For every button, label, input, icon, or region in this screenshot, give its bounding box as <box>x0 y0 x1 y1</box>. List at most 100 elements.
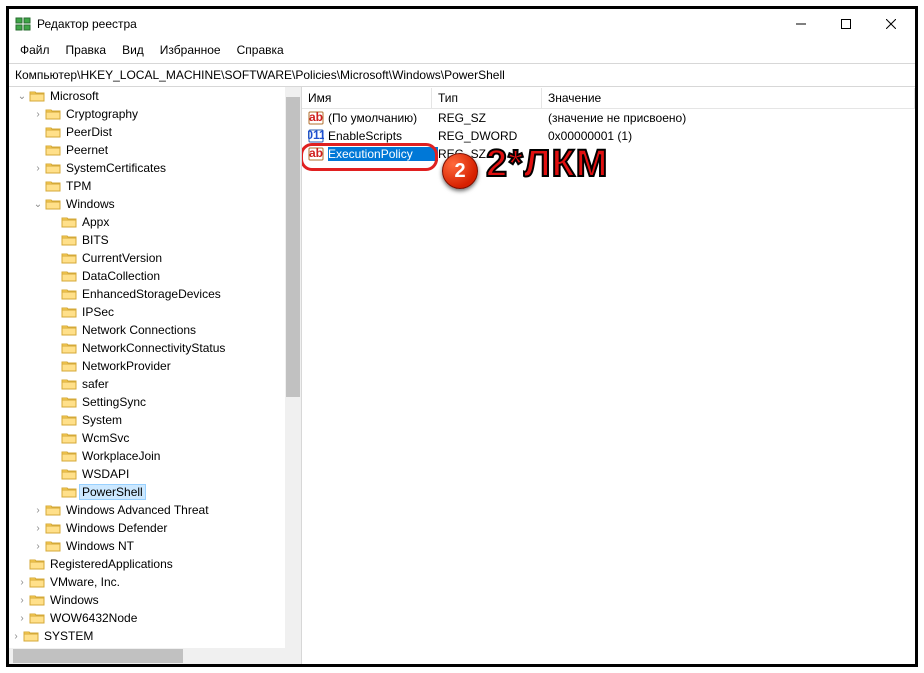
menubar: Файл Правка Вид Избранное Справка <box>9 39 915 63</box>
minimize-button[interactable] <box>778 10 823 39</box>
tree-node[interactable]: BITS <box>9 231 285 249</box>
tree-vertical-scrollbar[interactable] <box>285 87 301 648</box>
column-type[interactable]: Тип <box>432 88 542 108</box>
dword-value-icon: 011 <box>308 128 324 144</box>
expand-icon[interactable]: › <box>31 163 45 174</box>
tree-node[interactable]: ›VMware, Inc. <box>9 573 285 591</box>
tree-node[interactable]: › Windows Advanced Threat <box>9 501 285 519</box>
tree-node[interactable]: System <box>9 411 285 429</box>
tree-node-label: Appx <box>80 215 111 229</box>
value-type-cell: REG_SZ <box>438 111 548 125</box>
tree-node-label: Cryptography <box>64 107 140 121</box>
tree-node[interactable]: NetworkProvider <box>9 357 285 375</box>
tree-node-label: Windows <box>48 593 101 607</box>
folder-icon <box>61 251 77 265</box>
registry-value-row[interactable]: ab(По умолчанию)REG_SZ(значение не присв… <box>302 109 915 127</box>
tree-node[interactable]: DataCollection <box>9 267 285 285</box>
tree-node-label: Microsoft <box>48 89 101 103</box>
maximize-button[interactable] <box>823 10 868 39</box>
tree-node-label: PeerDist <box>64 125 114 139</box>
expand-icon[interactable]: › <box>15 577 29 588</box>
list-pane: Имя Тип Значение ab(По умолчанию)REG_SZ(… <box>302 87 915 664</box>
folder-icon <box>61 467 77 481</box>
tree-node-label: BITS <box>80 233 111 247</box>
column-name[interactable]: Имя <box>302 88 432 108</box>
tree-node-label: NetworkProvider <box>80 359 173 373</box>
menu-edit[interactable]: Правка <box>59 41 114 59</box>
annotation-instruction-text: 2*ЛКМ <box>486 143 608 186</box>
tree-node[interactable]: WorkplaceJoin <box>9 447 285 465</box>
tree-node[interactable]: Peernet <box>9 141 285 159</box>
expand-icon[interactable]: › <box>31 541 45 552</box>
app-icon <box>15 16 31 32</box>
tree-node[interactable]: TPM <box>9 177 285 195</box>
folder-icon <box>61 233 77 247</box>
tree-node-label: PowerShell <box>80 485 145 499</box>
value-data-cell: 0x00000001 (1) <box>548 129 915 143</box>
folder-icon <box>45 197 61 211</box>
expand-icon[interactable]: › <box>9 631 23 642</box>
menu-help[interactable]: Справка <box>230 41 291 59</box>
expand-icon[interactable]: › <box>31 523 45 534</box>
folder-icon <box>61 485 77 499</box>
tree-node[interactable]: › Cryptography <box>9 105 285 123</box>
tree-node-label: safer <box>80 377 111 391</box>
folder-icon <box>45 107 61 121</box>
registry-editor-window: Редактор реестра Файл Правка Вид Избранн… <box>6 6 918 667</box>
string-value-icon: ab <box>308 146 324 162</box>
tree-node[interactable]: PowerShell <box>9 483 285 501</box>
annotation-step-badge: 2 <box>442 153 478 189</box>
menu-file[interactable]: Файл <box>13 41 57 59</box>
tree-node[interactable]: ›SystemCertificates <box>9 159 285 177</box>
expand-icon[interactable]: › <box>31 505 45 516</box>
tree-node[interactable]: WSDAPI <box>9 465 285 483</box>
tree-node-label: DataCollection <box>80 269 162 283</box>
tree-node[interactable]: RegisteredApplications <box>9 555 285 573</box>
menu-view[interactable]: Вид <box>115 41 151 59</box>
tree-node[interactable]: Network Connections <box>9 321 285 339</box>
folder-icon <box>61 377 77 391</box>
tree-horizontal-scrollbar[interactable] <box>9 648 285 664</box>
tree-node[interactable]: ›Windows Defender <box>9 519 285 537</box>
tree-node[interactable]: ›WOW6432Node <box>9 609 285 627</box>
folder-icon <box>61 431 77 445</box>
folder-icon <box>45 521 61 535</box>
tree-node[interactable]: safer <box>9 375 285 393</box>
expand-icon[interactable]: › <box>15 613 29 624</box>
tree-node-label: Windows Advanced Threat <box>64 503 211 517</box>
tree-node[interactable]: IPSec <box>9 303 285 321</box>
expand-icon[interactable]: › <box>15 595 29 606</box>
tree-node[interactable]: NetworkConnectivityStatus <box>9 339 285 357</box>
tree-node[interactable]: EnhancedStorageDevices <box>9 285 285 303</box>
tree-node[interactable]: CurrentVersion <box>9 249 285 267</box>
expand-icon[interactable]: › <box>31 109 45 120</box>
folder-icon <box>61 269 77 283</box>
tree-node-label: RegisteredApplications <box>48 557 175 571</box>
tree-node[interactable]: Appx <box>9 213 285 231</box>
tree-node-label: Windows <box>64 197 117 211</box>
tree-node[interactable]: PeerDist <box>9 123 285 141</box>
tree-node[interactable]: SettingSync <box>9 393 285 411</box>
tree-node[interactable]: ⌄ Microsoft <box>9 87 285 105</box>
tree-node[interactable]: ⌄ Windows <box>9 195 285 213</box>
tree-node-label: WcmSvc <box>80 431 131 445</box>
registry-value-row[interactable]: 011EnableScriptsREG_DWORD0x00000001 (1) <box>302 127 915 145</box>
value-name-cell: (По умолчанию) <box>328 111 438 125</box>
registry-value-row[interactable]: abExecutionPolicyREG_SZ <box>302 145 915 163</box>
tree-node[interactable]: ›Windows NT <box>9 537 285 555</box>
collapse-icon[interactable]: ⌄ <box>31 199 45 210</box>
close-button[interactable] <box>868 10 913 39</box>
collapse-icon[interactable]: ⌄ <box>15 91 29 102</box>
tree-node[interactable]: › Windows <box>9 591 285 609</box>
column-value[interactable]: Значение <box>542 88 915 108</box>
address-bar[interactable]: Компьютер\HKEY_LOCAL_MACHINE\SOFTWARE\Po… <box>9 63 915 87</box>
tree-node[interactable]: ›SYSTEM <box>9 627 285 645</box>
window-title: Редактор реестра <box>37 17 778 31</box>
split-area: ⌄Microsoft›CryptographyPeerDistPeernet›S… <box>9 87 915 664</box>
folder-icon <box>61 449 77 463</box>
menu-favorites[interactable]: Избранное <box>153 41 228 59</box>
folder-icon <box>45 503 61 517</box>
tree-node[interactable]: WcmSvc <box>9 429 285 447</box>
value-data-cell: (значение не присвоено) <box>548 111 915 125</box>
tree-node-label: Network Connections <box>80 323 198 337</box>
